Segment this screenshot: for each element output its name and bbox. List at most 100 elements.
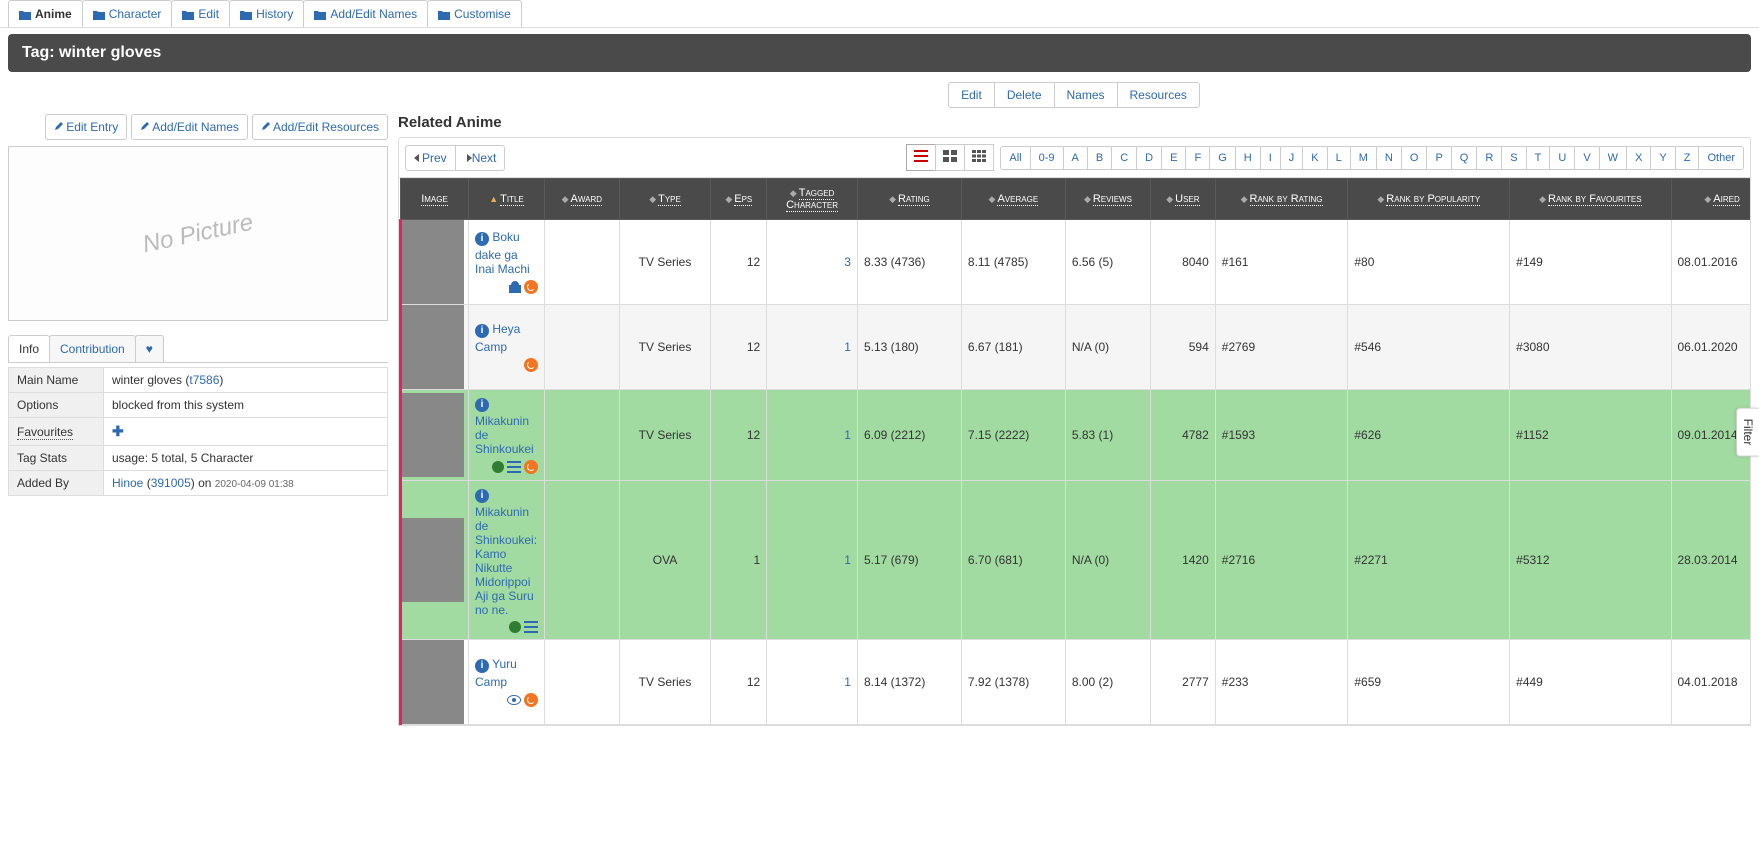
filter-letter-c[interactable]: C [1111, 146, 1137, 170]
user-link[interactable]: Hinoe [112, 476, 143, 490]
col-image[interactable]: Image [401, 179, 469, 220]
cell-reviews: 8.00 (2) [1065, 640, 1150, 725]
menu-icon[interactable] [507, 461, 521, 473]
info-tab-contribution[interactable]: Contribution [49, 335, 136, 362]
crunchyroll-icon[interactable] [524, 358, 538, 372]
col-rank-by-popularity[interactable]: ◆Rank by Popularity [1348, 179, 1510, 220]
filter-letter-v[interactable]: V [1574, 146, 1599, 170]
col-award[interactable]: ◆Award [545, 179, 620, 220]
filter-letter-r[interactable]: R [1476, 146, 1502, 170]
info-icon[interactable]: i [475, 232, 489, 246]
tagged-link[interactable]: 1 [844, 553, 851, 567]
info-icon[interactable]: i [475, 659, 489, 673]
filter-toggle-tab[interactable]: Filter [1736, 408, 1759, 457]
gift-icon[interactable] [509, 281, 521, 293]
filter-letter-other[interactable]: Other [1698, 146, 1744, 170]
anime-thumbnail[interactable] [401, 640, 469, 725]
filter-letter-n[interactable]: N [1376, 146, 1402, 170]
anime-thumbnail[interactable] [401, 220, 469, 305]
add-favourite-button[interactable]: ✚ [112, 423, 124, 439]
edit-entry-button[interactable]: Edit Entry [45, 114, 127, 140]
col-rank-by-rating[interactable]: ◆Rank by Rating [1215, 179, 1348, 220]
filter-letter-d[interactable]: D [1136, 146, 1162, 170]
names-button[interactable]: Names [1054, 82, 1118, 108]
cell-type: OVA [619, 481, 711, 640]
delete-button[interactable]: Delete [994, 82, 1055, 108]
edit-button[interactable]: Edit [948, 82, 995, 108]
nav-tab-character[interactable]: Character [82, 0, 173, 27]
filter-letter-all[interactable]: All [1000, 146, 1030, 170]
info-icon[interactable]: i [475, 489, 489, 503]
tag-id-link[interactable]: t7586 [189, 373, 219, 387]
grid-large-button[interactable] [935, 144, 965, 171]
add-edit-names-button[interactable]: Add/Edit Names [131, 114, 248, 140]
filter-letter-a[interactable]: A [1063, 146, 1088, 170]
filter-letter-o[interactable]: O [1401, 146, 1428, 170]
filter-letter-s[interactable]: S [1501, 146, 1526, 170]
filter-letter-z[interactable]: Z [1675, 146, 1700, 170]
filter-letter-u[interactable]: U [1549, 146, 1575, 170]
filter-letter-m[interactable]: M [1350, 146, 1377, 170]
filter-letter-b[interactable]: B [1087, 146, 1112, 170]
nav-tab-anime[interactable]: Anime [8, 0, 83, 27]
filter-letter-y[interactable]: Y [1650, 146, 1675, 170]
filter-letter-k[interactable]: K [1302, 146, 1327, 170]
tagged-link[interactable]: 1 [844, 428, 851, 442]
filter-letter-g[interactable]: G [1209, 146, 1236, 170]
filter-letter-j[interactable]: J [1280, 146, 1304, 170]
anime-title-link[interactable]: Mikakunin de Shinkoukei [475, 414, 534, 456]
col-rank-by-favourites[interactable]: ◆Rank by Favourites [1510, 179, 1671, 220]
col-user[interactable]: ◆User [1151, 179, 1216, 220]
filter-letter-p[interactable]: P [1426, 146, 1451, 170]
nav-tab-edit[interactable]: Edit [171, 0, 230, 27]
filter-letter-i[interactable]: I [1260, 146, 1281, 170]
filter-letter-x[interactable]: X [1626, 146, 1651, 170]
cell-user: 2777 [1151, 640, 1216, 725]
col-eps[interactable]: ◆Eps [711, 179, 767, 220]
filter-letter-h[interactable]: H [1235, 146, 1261, 170]
info-tab-info[interactable]: Info [8, 335, 50, 362]
tagged-link[interactable]: 1 [844, 675, 851, 689]
filter-letter-f[interactable]: F [1185, 146, 1210, 170]
col-rating[interactable]: ◆Rating [857, 179, 961, 220]
list-view-button[interactable] [906, 144, 936, 171]
nav-tab-add-edit-names[interactable]: Add/Edit Names [303, 0, 428, 27]
tagged-link[interactable]: 1 [844, 340, 851, 354]
menu-icon[interactable] [524, 621, 538, 633]
info-icon[interactable]: i [475, 398, 489, 412]
crunchyroll-icon[interactable] [524, 280, 538, 294]
cell-reviews: 6.56 (5) [1065, 220, 1150, 305]
filter-letter-l[interactable]: L [1327, 146, 1351, 170]
anime-title-link[interactable]: Mikakunin de Shinkoukei: Kamo Nikutte Mi… [475, 505, 537, 617]
nav-tab-history[interactable]: History [229, 0, 304, 27]
crunchyroll-icon[interactable] [524, 460, 538, 474]
filter-letter-w[interactable]: W [1599, 146, 1627, 170]
info-value: winter gloves (t7586) [104, 368, 388, 393]
add-edit-resources-button[interactable]: Add/Edit Resources [252, 114, 388, 140]
filter-letter-e[interactable]: E [1161, 146, 1186, 170]
anime-thumbnail[interactable] [401, 305, 469, 390]
col-type[interactable]: ◆Type [619, 179, 711, 220]
col-aired[interactable]: ◆Aired [1671, 179, 1751, 220]
col-title[interactable]: ▲Title [469, 179, 545, 220]
col-reviews[interactable]: ◆Reviews [1065, 179, 1150, 220]
col-average[interactable]: ◆Average [961, 179, 1065, 220]
next-button[interactable]: Next [455, 145, 506, 171]
favourite-tab[interactable]: ♥ [135, 335, 164, 362]
crunchyroll-icon[interactable] [524, 693, 538, 707]
anime-thumbnail[interactable] [401, 481, 469, 640]
anime-thumbnail[interactable] [401, 390, 469, 481]
grid-small-button[interactable] [964, 144, 994, 171]
resources-button[interactable]: Resources [1117, 82, 1200, 108]
tagged-link[interactable]: 3 [844, 255, 851, 269]
table-row: i Boku dake ga Inai MachiTV Series1238.3… [401, 220, 1752, 305]
user-id-link[interactable]: 391005 [151, 476, 191, 490]
nav-tab-customise[interactable]: Customise [427, 0, 522, 27]
filter-letter-q[interactable]: Q [1451, 146, 1478, 170]
col-tagged-character[interactable]: ◆TaggedCharacter [767, 179, 858, 220]
prev-button[interactable]: Prev [405, 145, 456, 171]
anime-table-scroll[interactable]: Image▲Title◆Award◆Type◆Eps◆TaggedCharact… [398, 178, 1751, 726]
filter-letter-t[interactable]: T [1526, 146, 1551, 170]
info-icon[interactable]: i [475, 324, 489, 338]
filter-letter-0-9[interactable]: 0-9 [1030, 146, 1064, 170]
